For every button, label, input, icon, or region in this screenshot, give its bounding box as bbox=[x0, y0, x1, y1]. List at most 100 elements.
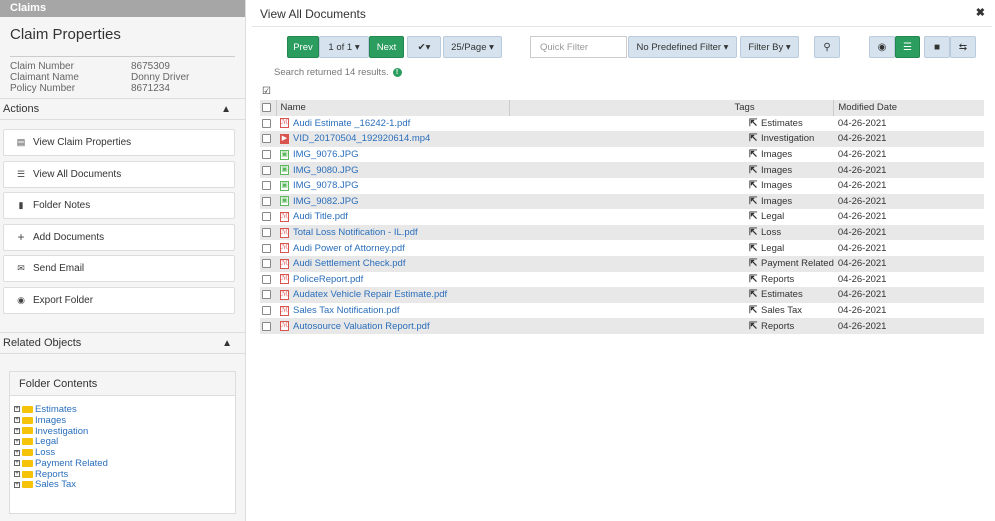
table-row[interactable]: ℳ Sales Tax Notification.pdf ⇱ Sales Tax 04-… bbox=[260, 303, 984, 319]
table-row[interactable]: ℳ Audi Power of Attorney.pdf ⇱ Legal 04-26-2… bbox=[260, 240, 984, 256]
external-link-icon[interactable]: ⇱ bbox=[749, 118, 761, 129]
chevron-up-icon[interactable]: ▲ bbox=[221, 104, 231, 115]
folder-item[interactable]: + Legal bbox=[14, 436, 235, 447]
next-button[interactable]: Next bbox=[369, 36, 404, 58]
document-name[interactable]: Audatex Vehicle Repair Estimate.pdf bbox=[293, 289, 447, 300]
folder-label[interactable]: Reports bbox=[35, 469, 68, 480]
actions-section-header[interactable]: Actions ▲ bbox=[0, 98, 245, 120]
prev-button[interactable]: Prev bbox=[287, 36, 319, 58]
info-icon[interactable]: ! bbox=[392, 68, 402, 77]
document-name-cell[interactable]: ℳ Audi Estimate _16242-1.pdf bbox=[276, 116, 509, 132]
external-link-icon[interactable]: ⇱ bbox=[749, 289, 761, 300]
folder-label[interactable]: Investigation bbox=[35, 426, 88, 437]
document-name-cell[interactable]: ℳ Sales Tax Notification.pdf bbox=[276, 303, 509, 319]
document-name-cell[interactable]: ▣ IMG_9082.JPG bbox=[276, 194, 509, 210]
related-objects-header[interactable]: Related Objects ▲ bbox=[0, 332, 245, 354]
folder-label[interactable]: Loss bbox=[35, 447, 55, 458]
table-row[interactable]: ℳ Audi Estimate _16242-1.pdf ⇱ Estimates 04-… bbox=[260, 116, 984, 132]
folder-label[interactable]: Payment Related bbox=[35, 458, 108, 469]
external-link-icon[interactable]: ⇱ bbox=[749, 227, 761, 238]
document-name-cell[interactable]: ℳ PoliceReport.pdf bbox=[276, 272, 509, 288]
expand-icon[interactable]: + bbox=[14, 471, 20, 478]
table-row[interactable]: ℳ Autosource Valuation Report.pdf ⇱ Reports… bbox=[260, 318, 984, 334]
document-name[interactable]: VID_20170504_192920614.mp4 bbox=[293, 133, 430, 144]
document-name[interactable]: Sales Tax Notification.pdf bbox=[293, 305, 400, 316]
column-modified-header[interactable]: Modified Date bbox=[833, 100, 984, 116]
document-name[interactable]: Audi Title.pdf bbox=[293, 211, 348, 222]
table-row[interactable]: ℳ Audi Title.pdf ⇱ Legal 04-26-2021 bbox=[260, 209, 984, 225]
folder-label[interactable]: Legal bbox=[35, 436, 58, 447]
row-checkbox[interactable] bbox=[262, 290, 271, 300]
close-icon[interactable]: ✖ bbox=[976, 6, 985, 19]
external-link-icon[interactable]: ⇱ bbox=[749, 133, 761, 144]
list-view-button[interactable]: ☰ bbox=[895, 36, 920, 58]
document-name[interactable]: Audi Estimate _16242-1.pdf bbox=[293, 118, 410, 129]
document-name[interactable]: IMG_9080.JPG bbox=[293, 165, 358, 176]
column-name-header[interactable]: Name bbox=[275, 100, 509, 116]
expand-icon[interactable]: + bbox=[14, 481, 20, 488]
table-row[interactable]: ▣ IMG_9076.JPG ⇱ Images 04-26-2021 bbox=[260, 147, 984, 163]
folder-item[interactable]: + Investigation bbox=[14, 426, 235, 437]
external-link-icon[interactable]: ⇱ bbox=[749, 149, 761, 160]
document-name-cell[interactable]: ℳ Audi Settlement Check.pdf bbox=[276, 256, 509, 272]
external-link-icon[interactable]: ⇱ bbox=[749, 321, 761, 332]
row-checkbox[interactable] bbox=[262, 212, 271, 222]
document-name-cell[interactable]: ℳ Autosource Valuation Report.pdf bbox=[276, 318, 509, 334]
export-folder-button[interactable]: ◉ Export Folder bbox=[3, 286, 235, 314]
send-email-button[interactable]: ✉ Send Email bbox=[3, 255, 235, 282]
folder-item[interactable]: + Reports bbox=[14, 469, 235, 480]
row-checkbox[interactable] bbox=[262, 306, 271, 315]
folder-label[interactable]: Images bbox=[35, 415, 66, 426]
document-name[interactable]: Total Loss Notification - IL.pdf bbox=[293, 227, 418, 238]
document-name[interactable]: Audi Power of Attorney.pdf bbox=[293, 243, 405, 254]
view-claim-properties-button[interactable]: ▤ View Claim Properties bbox=[3, 129, 235, 156]
search-button[interactable]: ⚲ bbox=[814, 36, 840, 58]
chevron-up-icon[interactable]: ▲ bbox=[222, 338, 232, 349]
table-row[interactable]: ▣ IMG_9080.JPG ⇱ Images 04-26-2021 bbox=[260, 162, 984, 178]
external-link-icon[interactable]: ⇱ bbox=[749, 305, 761, 316]
expand-icon[interactable]: + bbox=[14, 427, 20, 434]
row-checkbox[interactable] bbox=[262, 228, 271, 238]
document-name-cell[interactable]: ▣ IMG_9080.JPG bbox=[276, 162, 509, 178]
external-link-icon[interactable]: ⇱ bbox=[749, 211, 761, 222]
expand-icon[interactable]: + bbox=[14, 406, 20, 413]
predefined-filter-select[interactable]: No Predefined Filter ▾ bbox=[628, 36, 737, 58]
folder-item[interactable]: + Sales Tax bbox=[14, 479, 235, 490]
table-row[interactable]: ℳ Audi Settlement Check.pdf ⇱ Payment Relat… bbox=[260, 255, 984, 272]
table-row[interactable]: ▶ VID_20170504_192920614.mp4 ⇱ Investigatio… bbox=[260, 131, 984, 147]
document-name-cell[interactable]: ▶ VID_20170504_192920614.mp4 bbox=[276, 131, 509, 147]
expand-icon[interactable]: + bbox=[14, 460, 20, 467]
document-name[interactable]: IMG_9078.JPG bbox=[293, 180, 358, 191]
column-tags-header[interactable]: Tags bbox=[508, 100, 834, 116]
row-checkbox[interactable] bbox=[262, 134, 271, 144]
external-link-icon[interactable]: ⇱ bbox=[749, 165, 761, 176]
document-name[interactable]: Audi Settlement Check.pdf bbox=[293, 258, 405, 269]
table-row[interactable]: ▣ IMG_9078.JPG ⇱ Images 04-26-2021 bbox=[260, 178, 984, 194]
document-name[interactable]: IMG_9082.JPG bbox=[293, 196, 358, 207]
row-checkbox[interactable] bbox=[262, 243, 271, 253]
external-link-icon[interactable]: ⇱ bbox=[749, 258, 761, 269]
row-checkbox[interactable] bbox=[262, 150, 271, 160]
folder-item[interactable]: + Estimates bbox=[14, 404, 235, 415]
quick-filter-input[interactable]: Quick Filter bbox=[530, 36, 627, 58]
view-all-documents-button[interactable]: ☰ View All Documents bbox=[3, 160, 235, 188]
transfer-button[interactable]: ⇆ bbox=[950, 36, 976, 58]
document-name-cell[interactable]: ▣ IMG_9078.JPG bbox=[276, 178, 509, 194]
select-dropdown-button[interactable]: ✔▾ bbox=[407, 36, 441, 58]
folder-notes-button[interactable]: ▮ Folder Notes bbox=[3, 192, 235, 219]
filter-by-select[interactable]: Filter By ▾ bbox=[740, 36, 799, 58]
add-documents-button[interactable]: + Add Documents bbox=[3, 223, 235, 251]
table-row[interactable]: ℳ Total Loss Notification - IL.pdf ⇱ Loss 04… bbox=[260, 224, 984, 241]
document-name-cell[interactable]: ℳ Total Loss Notification - IL.pdf bbox=[276, 225, 509, 241]
row-checkbox[interactable] bbox=[262, 321, 271, 331]
per-page-select[interactable]: 25/Page ▾ bbox=[443, 36, 502, 58]
document-name[interactable]: PoliceReport.pdf bbox=[293, 274, 363, 285]
check-square-icon[interactable]: ☑ bbox=[262, 86, 271, 97]
document-name-cell[interactable]: ▣ IMG_9076.JPG bbox=[276, 147, 509, 163]
row-checkbox[interactable] bbox=[262, 165, 271, 175]
external-link-icon[interactable]: ⇱ bbox=[749, 196, 761, 207]
row-checkbox[interactable] bbox=[262, 259, 271, 269]
table-row[interactable]: ℳ Audatex Vehicle Repair Estimate.pdf ⇱ Est… bbox=[260, 287, 984, 303]
folder-label[interactable]: Estimates bbox=[35, 404, 77, 415]
table-row[interactable]: ℳ PoliceReport.pdf ⇱ Reports 04-26-2021 bbox=[260, 272, 984, 288]
